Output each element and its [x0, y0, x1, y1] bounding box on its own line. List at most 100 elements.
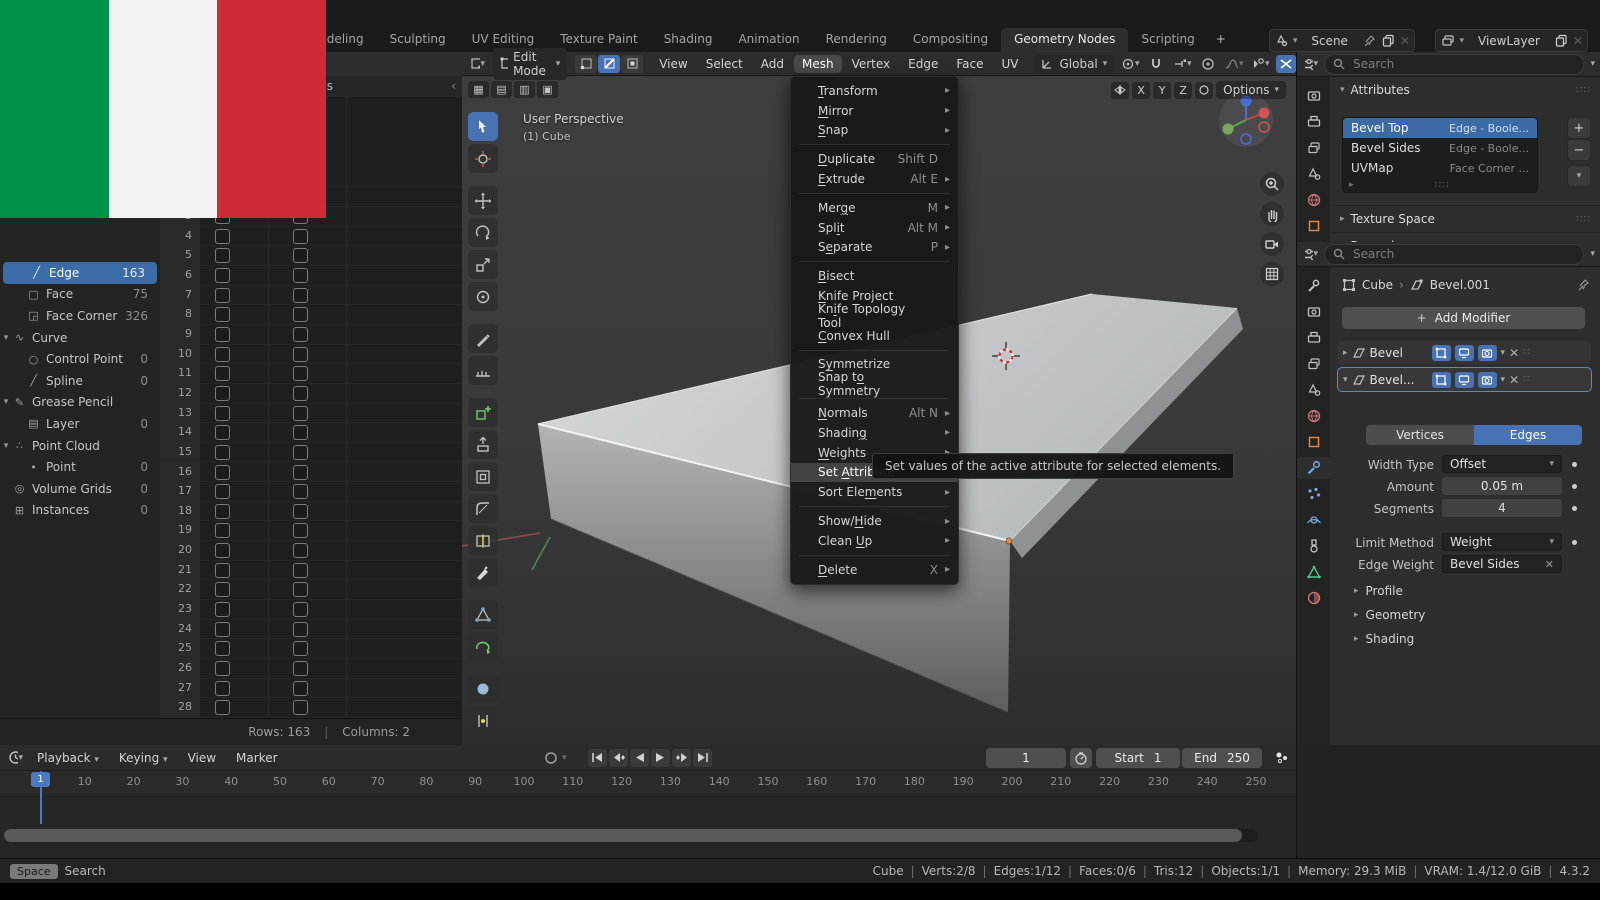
tree-item-control-point[interactable]: ○Control Point0: [0, 348, 160, 370]
bool-checkbox[interactable]: [293, 386, 308, 401]
pin-icon[interactable]: [1362, 33, 1377, 48]
attributes-panel-header[interactable]: ▾ Attributes ∷∷: [1330, 77, 1600, 103]
face-select-button[interactable]: [621, 55, 643, 73]
options-dropdown[interactable]: Options▾: [1216, 81, 1286, 99]
edit-mode-toggle[interactable]: [1432, 345, 1451, 361]
bool-checkbox[interactable]: [215, 366, 230, 381]
bool-checkbox[interactable]: [293, 366, 308, 381]
snap-target-dropdown[interactable]: ▾: [1172, 55, 1192, 73]
modifier-row-2[interactable]: ▾Bevel...▾✕∷: [1338, 368, 1591, 391]
bool-checkbox[interactable]: [293, 543, 308, 558]
current-frame-marker[interactable]: 1: [31, 772, 50, 787]
modifier-extras-dropdown[interactable]: ▾: [1501, 375, 1506, 385]
bool-checkbox[interactable]: [293, 288, 308, 303]
auto-keying-toggle[interactable]: ▾: [543, 750, 567, 766]
bool-checkbox[interactable]: [215, 523, 230, 538]
render-toggle[interactable]: [1478, 372, 1497, 388]
properties-tab-render[interactable]: [1297, 301, 1330, 323]
search-input[interactable]: [1351, 246, 1475, 262]
bool-checkbox[interactable]: [215, 641, 230, 656]
tree-item-face-corner[interactable]: ◲Face Corner326: [0, 305, 160, 327]
edit-mode-toggle[interactable]: [1432, 372, 1451, 388]
bool-checkbox[interactable]: [293, 700, 308, 715]
bool-checkbox[interactable]: [293, 327, 308, 342]
modifier-extras-dropdown[interactable]: ▾: [1501, 348, 1506, 358]
bool-checkbox[interactable]: [215, 543, 230, 558]
properties-tab-world[interactable]: [1297, 189, 1330, 211]
bool-checkbox[interactable]: [215, 406, 230, 421]
properties-tab-tool[interactable]: [1297, 275, 1330, 297]
menu-item-normals[interactable]: NormalsAlt N▸: [791, 403, 958, 423]
current-frame-field[interactable]: 1: [986, 748, 1066, 768]
bool-checkbox[interactable]: [215, 327, 230, 342]
tab-geometry-nodes[interactable]: Geometry Nodes: [1001, 28, 1128, 52]
toolbar-move-tool[interactable]: [468, 186, 498, 215]
tab-animation[interactable]: Animation: [725, 28, 812, 52]
toolbar-extrude-tool[interactable]: [468, 430, 498, 459]
zoom-icon[interactable]: [1260, 172, 1284, 196]
properties-tab-physics[interactable]: [1297, 509, 1330, 531]
modifier-drag-grip[interactable]: ∷: [1523, 374, 1530, 385]
tree-item-edge[interactable]: ╱Edge163: [3, 262, 157, 284]
toolbar-cursor-tool[interactable]: [468, 144, 498, 173]
bool-checkbox[interactable]: [293, 661, 308, 676]
properties-tab-particles[interactable]: [1297, 483, 1330, 505]
texture-space-panel-header[interactable]: ▸Texture Space∷∷: [1330, 205, 1600, 232]
properties-tab-scene[interactable]: [1297, 163, 1330, 185]
attribute-row-bevel-sides[interactable]: Bevel SidesEdge - Boole...: [1343, 138, 1537, 158]
menu-item-knife-topology-tool[interactable]: Knife Topology Tool: [791, 306, 958, 326]
snap-toggle-icon[interactable]: [1146, 55, 1166, 73]
orientation-dropdown[interactable]: Global▾: [1034, 55, 1114, 73]
toggle-ortho-grid-icon[interactable]: [1260, 262, 1284, 286]
properties-tab-object[interactable]: [1297, 431, 1330, 453]
menu-item-extrude[interactable]: ExtrudeAlt E▸: [791, 169, 958, 189]
viewport-menu-uv[interactable]: UV: [993, 55, 1026, 73]
new-view-layer-icon[interactable]: [1554, 33, 1569, 48]
editor-type-icon[interactable]: ▾: [1303, 247, 1318, 262]
bool-checkbox[interactable]: [215, 425, 230, 440]
toolbar-bevel-tool[interactable]: [468, 494, 498, 523]
tab-shading[interactable]: Shading: [651, 28, 726, 52]
menu-item-transform[interactable]: Transform▸: [791, 81, 958, 101]
collapse-icon[interactable]: ▾: [1343, 375, 1348, 385]
toolbar-measure-tool[interactable]: [468, 356, 498, 385]
scrollbar-thumb[interactable]: [4, 829, 1242, 842]
toolbar-loop-cut-tool[interactable]: [468, 526, 498, 555]
tree-item-curve[interactable]: ▾∿Curve: [0, 327, 160, 349]
move-view-icon[interactable]: [1260, 202, 1284, 226]
properties-tab-view-layer[interactable]: [1297, 137, 1330, 159]
bool-checkbox[interactable]: [293, 465, 308, 480]
bool-checkbox[interactable]: [293, 582, 308, 597]
bool-checkbox[interactable]: [293, 622, 308, 637]
panel-grip[interactable]: ∷∷: [1576, 85, 1591, 96]
bool-checkbox[interactable]: [215, 248, 230, 263]
sidebar-toggle-icon[interactable]: ‹: [451, 79, 456, 93]
menu-item-separate[interactable]: SeparateP▸: [791, 238, 958, 258]
attribute-specials-button[interactable]: ▾: [1567, 165, 1591, 187]
properties-search[interactable]: [1324, 54, 1584, 75]
tree-item-grease-pencil[interactable]: ▾✎Grease Pencil: [0, 392, 160, 414]
edge-select-button[interactable]: [598, 55, 620, 73]
new-scene-icon[interactable]: [1381, 33, 1396, 48]
viewport-corner-toggle-1[interactable]: ▦: [468, 81, 489, 98]
viewport-menu-select[interactable]: Select: [698, 55, 751, 73]
menu-item-convex-hull[interactable]: Convex Hull: [791, 326, 958, 346]
play-button[interactable]: [651, 749, 670, 767]
properties-tab-view-layer[interactable]: [1297, 353, 1330, 375]
bevel-tab-vertices[interactable]: Vertices: [1366, 425, 1474, 445]
breadcrumb-modifier[interactable]: Bevel.001: [1430, 278, 1490, 292]
bool-checkbox[interactable]: [215, 504, 230, 519]
delete-modifier-icon[interactable]: ✕: [1509, 373, 1519, 387]
camera-view-icon[interactable]: [1260, 232, 1284, 256]
jump-to-end-button[interactable]: [693, 749, 712, 767]
proportional-edit-toggle[interactable]: [1198, 55, 1218, 73]
frame-end-field[interactable]: End250: [1182, 748, 1262, 768]
render-toggle[interactable]: [1478, 345, 1497, 361]
vertex-select-button[interactable]: [575, 55, 597, 73]
mirror-icon[interactable]: [1111, 82, 1129, 99]
bool-checkbox[interactable]: [215, 347, 230, 362]
play-reverse-button[interactable]: [630, 749, 649, 767]
modifier-drag-grip[interactable]: ∷: [1523, 347, 1530, 358]
previous-keyframe-button[interactable]: [609, 749, 628, 767]
properties-tab-world[interactable]: [1297, 405, 1330, 427]
